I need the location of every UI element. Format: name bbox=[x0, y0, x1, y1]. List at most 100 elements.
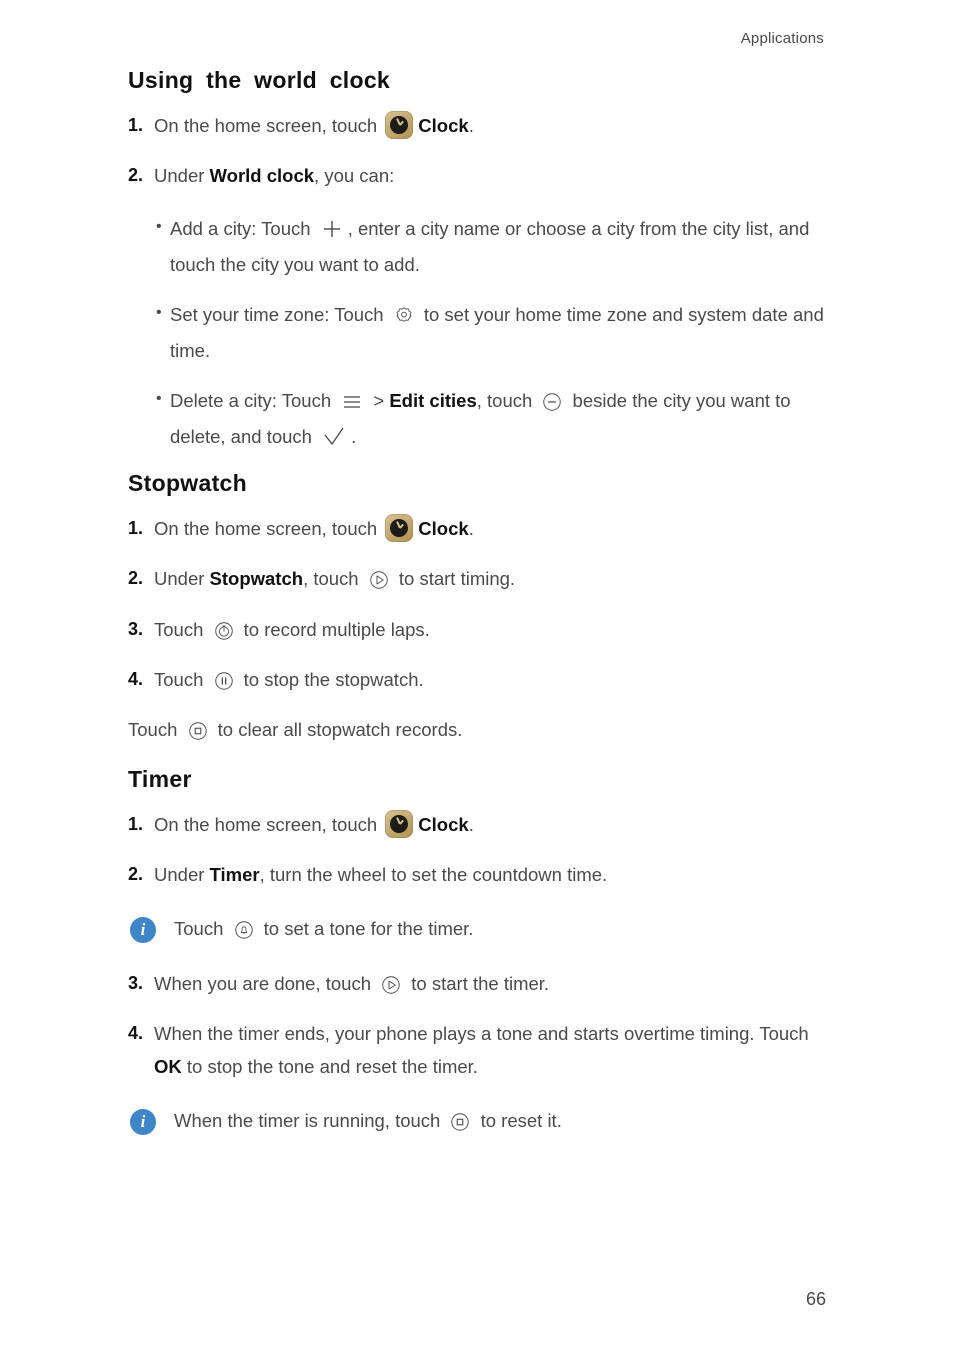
step-text: Touch to record multiple laps. bbox=[154, 614, 828, 646]
clock-app-icon[interactable] bbox=[385, 513, 414, 542]
step-item: 1. On the home screen, touch Clock. bbox=[128, 513, 828, 545]
running-header: Applications bbox=[740, 30, 824, 47]
step-number: 2. bbox=[128, 864, 144, 885]
info-note: i When the timer is running, touch to re… bbox=[128, 1105, 828, 1137]
clock-app-icon[interactable] bbox=[385, 809, 414, 838]
bullet-text-fragment: Add a city: Touch bbox=[170, 217, 316, 239]
note-text-fragment-end: to reset it. bbox=[475, 1109, 562, 1131]
step-item: 1. On the home screen, touch Clock. bbox=[128, 110, 828, 142]
section-title-timer: Timer bbox=[128, 765, 192, 792]
step-item: 1. On the home screen, touch Clock. bbox=[128, 809, 828, 841]
step-number: 1. bbox=[128, 114, 144, 135]
section-title-world-clock: Using the world clock bbox=[128, 67, 391, 93]
stop-circle-icon[interactable] bbox=[187, 720, 209, 742]
step-item: 2. Under Timer, turn the wheel to set th… bbox=[128, 859, 828, 891]
step-text-fragment: Touch bbox=[154, 618, 209, 640]
bullet-text-fragment-2: , touch bbox=[476, 389, 538, 411]
step-number: 1. bbox=[128, 813, 144, 834]
play-circle-icon[interactable] bbox=[380, 974, 402, 996]
step-text-fragment-end: to start the timer. bbox=[406, 972, 550, 994]
step-text-fragment-end: to stop the tone and reset the timer. bbox=[181, 1055, 478, 1077]
bell-circle-icon[interactable] bbox=[233, 919, 255, 941]
bullet-text: Add a city: Touch , enter a city name or… bbox=[170, 211, 828, 283]
step-text-bold-clock: Clock bbox=[418, 517, 469, 539]
bullet-dot: • bbox=[156, 217, 162, 235]
step-text-fragment: Under bbox=[154, 864, 210, 886]
bullet-text: Set your time zone: Touch to set your ho… bbox=[170, 297, 828, 369]
step-text-fragment: Under bbox=[154, 165, 210, 187]
check-icon[interactable] bbox=[321, 425, 347, 449]
clock-app-icon[interactable] bbox=[385, 110, 414, 139]
step-text-fragment: When the timer ends, your phone plays a … bbox=[154, 1023, 809, 1045]
step-text-fragment-end: , you can: bbox=[314, 165, 395, 187]
stopwatch-clear-line: Touch to clear all stopwatch records. bbox=[128, 714, 828, 746]
info-note: i Touch to set a tone for the timer. bbox=[128, 913, 828, 945]
list-item: • Delete a city: Touch > Edit cities, to… bbox=[128, 383, 828, 455]
note-text-fragment: Touch bbox=[174, 918, 229, 940]
note-text-fragment: When the timer is running, touch bbox=[174, 1109, 446, 1131]
step-item: 3. When you are done, touch to start the… bbox=[128, 968, 828, 1000]
bullet-text-fragment-end: . bbox=[351, 425, 357, 447]
step-number: 3. bbox=[128, 618, 144, 639]
step-text: On the home screen, touch Clock. bbox=[154, 110, 828, 142]
step-number: 4. bbox=[128, 669, 144, 690]
step-item: 4. When the timer ends, your phone plays… bbox=[128, 1018, 828, 1083]
step-number: 2. bbox=[128, 165, 144, 186]
step-text-fragment: On the home screen, touch bbox=[154, 517, 383, 539]
note-text: Touch to set a tone for the timer. bbox=[156, 913, 473, 945]
stop-circle-icon[interactable] bbox=[449, 1111, 471, 1133]
step-text-bold-world-clock: World clock bbox=[209, 165, 315, 187]
bullet-dot: • bbox=[156, 389, 162, 407]
bullet-text-bold-edit-cities: Edit cities bbox=[389, 389, 477, 411]
step-text: Under Timer, turn the wheel to set the c… bbox=[154, 859, 828, 891]
step-text: Touch to stop the stopwatch. bbox=[154, 664, 828, 696]
step-text-fragment-end: to record multiple laps. bbox=[238, 618, 430, 640]
step-text: Under World clock, you can: bbox=[154, 160, 828, 192]
plus-icon[interactable] bbox=[320, 217, 344, 241]
lap-circle-icon[interactable] bbox=[213, 620, 235, 642]
plain-line-fragment: Touch bbox=[128, 719, 183, 741]
page-content: Using the world clock 1. On the home scr… bbox=[128, 66, 828, 1159]
note-text: When the timer is running, touch to rese… bbox=[156, 1105, 562, 1137]
step-number: 4. bbox=[128, 1023, 144, 1044]
page-number: 66 bbox=[805, 1289, 826, 1309]
step-number: 1. bbox=[128, 517, 144, 538]
step-text-fragment-end: . bbox=[468, 517, 474, 539]
step-text-bold-clock: Clock bbox=[418, 114, 469, 136]
list-item: • Set your time zone: Touch to set your … bbox=[128, 297, 828, 369]
bullet-text-fragment: Delete a city: Touch bbox=[170, 389, 337, 411]
bullet-list: • Add a city: Touch , enter a city name … bbox=[128, 211, 828, 455]
step-number: 2. bbox=[128, 568, 144, 589]
step-text: On the home screen, touch Clock. bbox=[154, 809, 828, 841]
gear-icon[interactable] bbox=[393, 305, 415, 327]
step-number: 3. bbox=[128, 972, 144, 993]
step-text-bold-stopwatch: Stopwatch bbox=[209, 568, 304, 590]
step-text-fragment: Touch bbox=[154, 669, 209, 691]
step-text-fragment-2: , touch bbox=[303, 568, 364, 590]
info-icon: i bbox=[130, 1108, 156, 1135]
hamburger-menu-icon[interactable] bbox=[340, 391, 364, 413]
step-text-bold-ok: OK bbox=[154, 1055, 182, 1077]
step-text-fragment: On the home screen, touch bbox=[154, 114, 383, 136]
step-text: On the home screen, touch Clock. bbox=[154, 513, 828, 545]
step-text: When you are done, touch to start the ti… bbox=[154, 968, 828, 1000]
step-text-fragment: On the home screen, touch bbox=[154, 813, 383, 835]
minus-circle-icon[interactable] bbox=[541, 391, 563, 413]
step-text-bold-timer: Timer bbox=[209, 864, 260, 886]
step-text-fragment: Under bbox=[154, 568, 210, 590]
section-title-stopwatch: Stopwatch bbox=[128, 470, 247, 497]
plain-line-fragment-end: to clear all stopwatch records. bbox=[212, 719, 463, 741]
step-text-fragment-end: to stop the stopwatch. bbox=[238, 669, 424, 691]
step-text-bold-clock: Clock bbox=[418, 813, 469, 835]
step-text: When the timer ends, your phone plays a … bbox=[154, 1018, 828, 1083]
play-circle-icon[interactable] bbox=[368, 569, 390, 591]
bullet-text-fragment: Set your time zone: Touch bbox=[170, 303, 389, 325]
bullet-text-separator: > bbox=[368, 389, 390, 411]
pause-circle-icon[interactable] bbox=[213, 670, 235, 692]
step-text: Under Stopwatch, touch to start timing. bbox=[154, 563, 828, 595]
step-item: 2. Under Stopwatch, touch to start timin… bbox=[128, 563, 828, 595]
bullet-text: Delete a city: Touch > Edit cities, touc… bbox=[170, 383, 828, 455]
info-icon: i bbox=[130, 917, 156, 944]
step-text-fragment-end: . bbox=[468, 114, 474, 136]
step-item: 3. Touch to record multiple laps. bbox=[128, 614, 828, 646]
